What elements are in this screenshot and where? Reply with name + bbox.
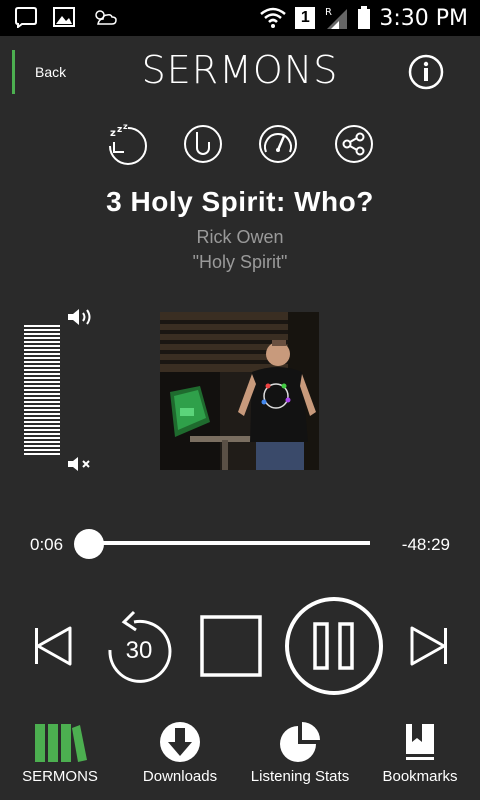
nav-item-bookmarks[interactable]: Bookmarks <box>360 712 480 800</box>
volume-up-icon[interactable] <box>66 306 94 328</box>
series-name: "Holy Spirit" <box>192 252 288 272</box>
skip-back-seconds: 30 <box>126 637 153 664</box>
nav-item-sermons[interactable]: SERMONS <box>0 712 120 800</box>
volume-bar <box>24 445 60 447</box>
pause-button[interactable] <box>284 596 384 696</box>
bottom-nav: SERMONS Downloads Listening Stats Bookma… <box>0 712 480 800</box>
volume-bar <box>24 413 60 415</box>
volume-bar <box>24 449 60 451</box>
download-icon <box>160 722 200 762</box>
clock: 3:30 PM <box>379 5 468 31</box>
volume-bar <box>24 325 60 327</box>
volume-bar <box>24 393 60 395</box>
track-title: 3 Holy Spirit: Who? <box>106 186 374 217</box>
nav-label: Bookmarks <box>382 768 458 785</box>
books-icon <box>35 724 87 762</box>
sermon-artwork <box>160 312 319 470</box>
current-time: 0:06 <box>30 535 64 554</box>
replay-timer-icon[interactable] <box>181 122 225 166</box>
bookmark-icon <box>406 724 434 760</box>
svg-text:z: z <box>123 122 128 131</box>
volume-bar <box>24 341 60 343</box>
volume-bar <box>24 353 60 355</box>
volume-bar <box>24 405 60 407</box>
volume-bar <box>24 441 60 443</box>
remaining-time: -48:29 <box>401 535 450 554</box>
status-bar: 1 R 3:30 PM <box>0 0 480 36</box>
skip-back-icon[interactable]: 30 <box>104 608 174 684</box>
tool-row: z z z <box>0 122 480 172</box>
mute-icon[interactable] <box>66 455 94 473</box>
progress-track[interactable] <box>88 541 370 545</box>
sleep-timer-icon[interactable]: z z z <box>106 122 150 166</box>
progress-thumb[interactable] <box>73 529 104 559</box>
stop-icon[interactable] <box>200 615 262 677</box>
svg-text:R: R <box>325 7 332 18</box>
previous-icon[interactable] <box>32 625 74 667</box>
signal-icon: R <box>325 7 348 29</box>
volume-bar <box>24 385 60 387</box>
volume-bar <box>24 381 60 383</box>
volume-bar <box>24 421 60 423</box>
volume-bar <box>24 409 60 411</box>
volume-bar <box>24 369 60 371</box>
weather-icon <box>95 10 117 25</box>
volume-bar <box>24 365 60 367</box>
sim-badge: 1 <box>295 7 316 29</box>
volume-bar <box>24 401 60 403</box>
volume-bar <box>24 373 60 375</box>
nav-item-listening-stats[interactable]: Listening Stats <box>240 712 360 800</box>
pie-chart-icon <box>280 722 320 762</box>
volume-slider[interactable] <box>24 325 60 457</box>
volume-bar <box>24 337 60 339</box>
next-icon[interactable] <box>408 625 450 667</box>
volume-bar <box>24 425 60 427</box>
volume-bar <box>24 429 60 431</box>
wifi-icon <box>260 7 287 28</box>
nav-label: SERMONS <box>22 768 98 785</box>
nav-item-downloads[interactable]: Downloads <box>120 712 240 800</box>
nav-label: Listening Stats <box>250 768 350 785</box>
volume-bar <box>24 333 60 335</box>
volume-bar <box>24 433 60 435</box>
volume-bar <box>24 349 60 351</box>
share-icon[interactable] <box>332 122 376 166</box>
volume-bar <box>24 357 60 359</box>
speaker-name: Rick Owen <box>196 227 284 247</box>
volume-bar <box>24 417 60 419</box>
gallery-icon <box>53 7 75 27</box>
info-icon[interactable] <box>408 54 444 90</box>
volume-bar <box>24 389 60 391</box>
volume-bar <box>24 377 60 379</box>
volume-bar <box>24 361 60 363</box>
volume-bar <box>24 453 60 455</box>
svg-text:z: z <box>110 128 116 139</box>
volume-bar <box>24 329 60 331</box>
chat-bubble-icon <box>15 7 37 28</box>
header: Back SERMONS <box>0 36 480 108</box>
volume-bar <box>24 397 60 399</box>
nav-label: Downloads <box>142 768 218 785</box>
svg-text:z: z <box>117 125 122 135</box>
battery-icon <box>358 6 371 29</box>
volume-bar <box>24 345 60 347</box>
volume-bar <box>24 437 60 439</box>
speed-gauge-icon[interactable] <box>256 122 300 166</box>
